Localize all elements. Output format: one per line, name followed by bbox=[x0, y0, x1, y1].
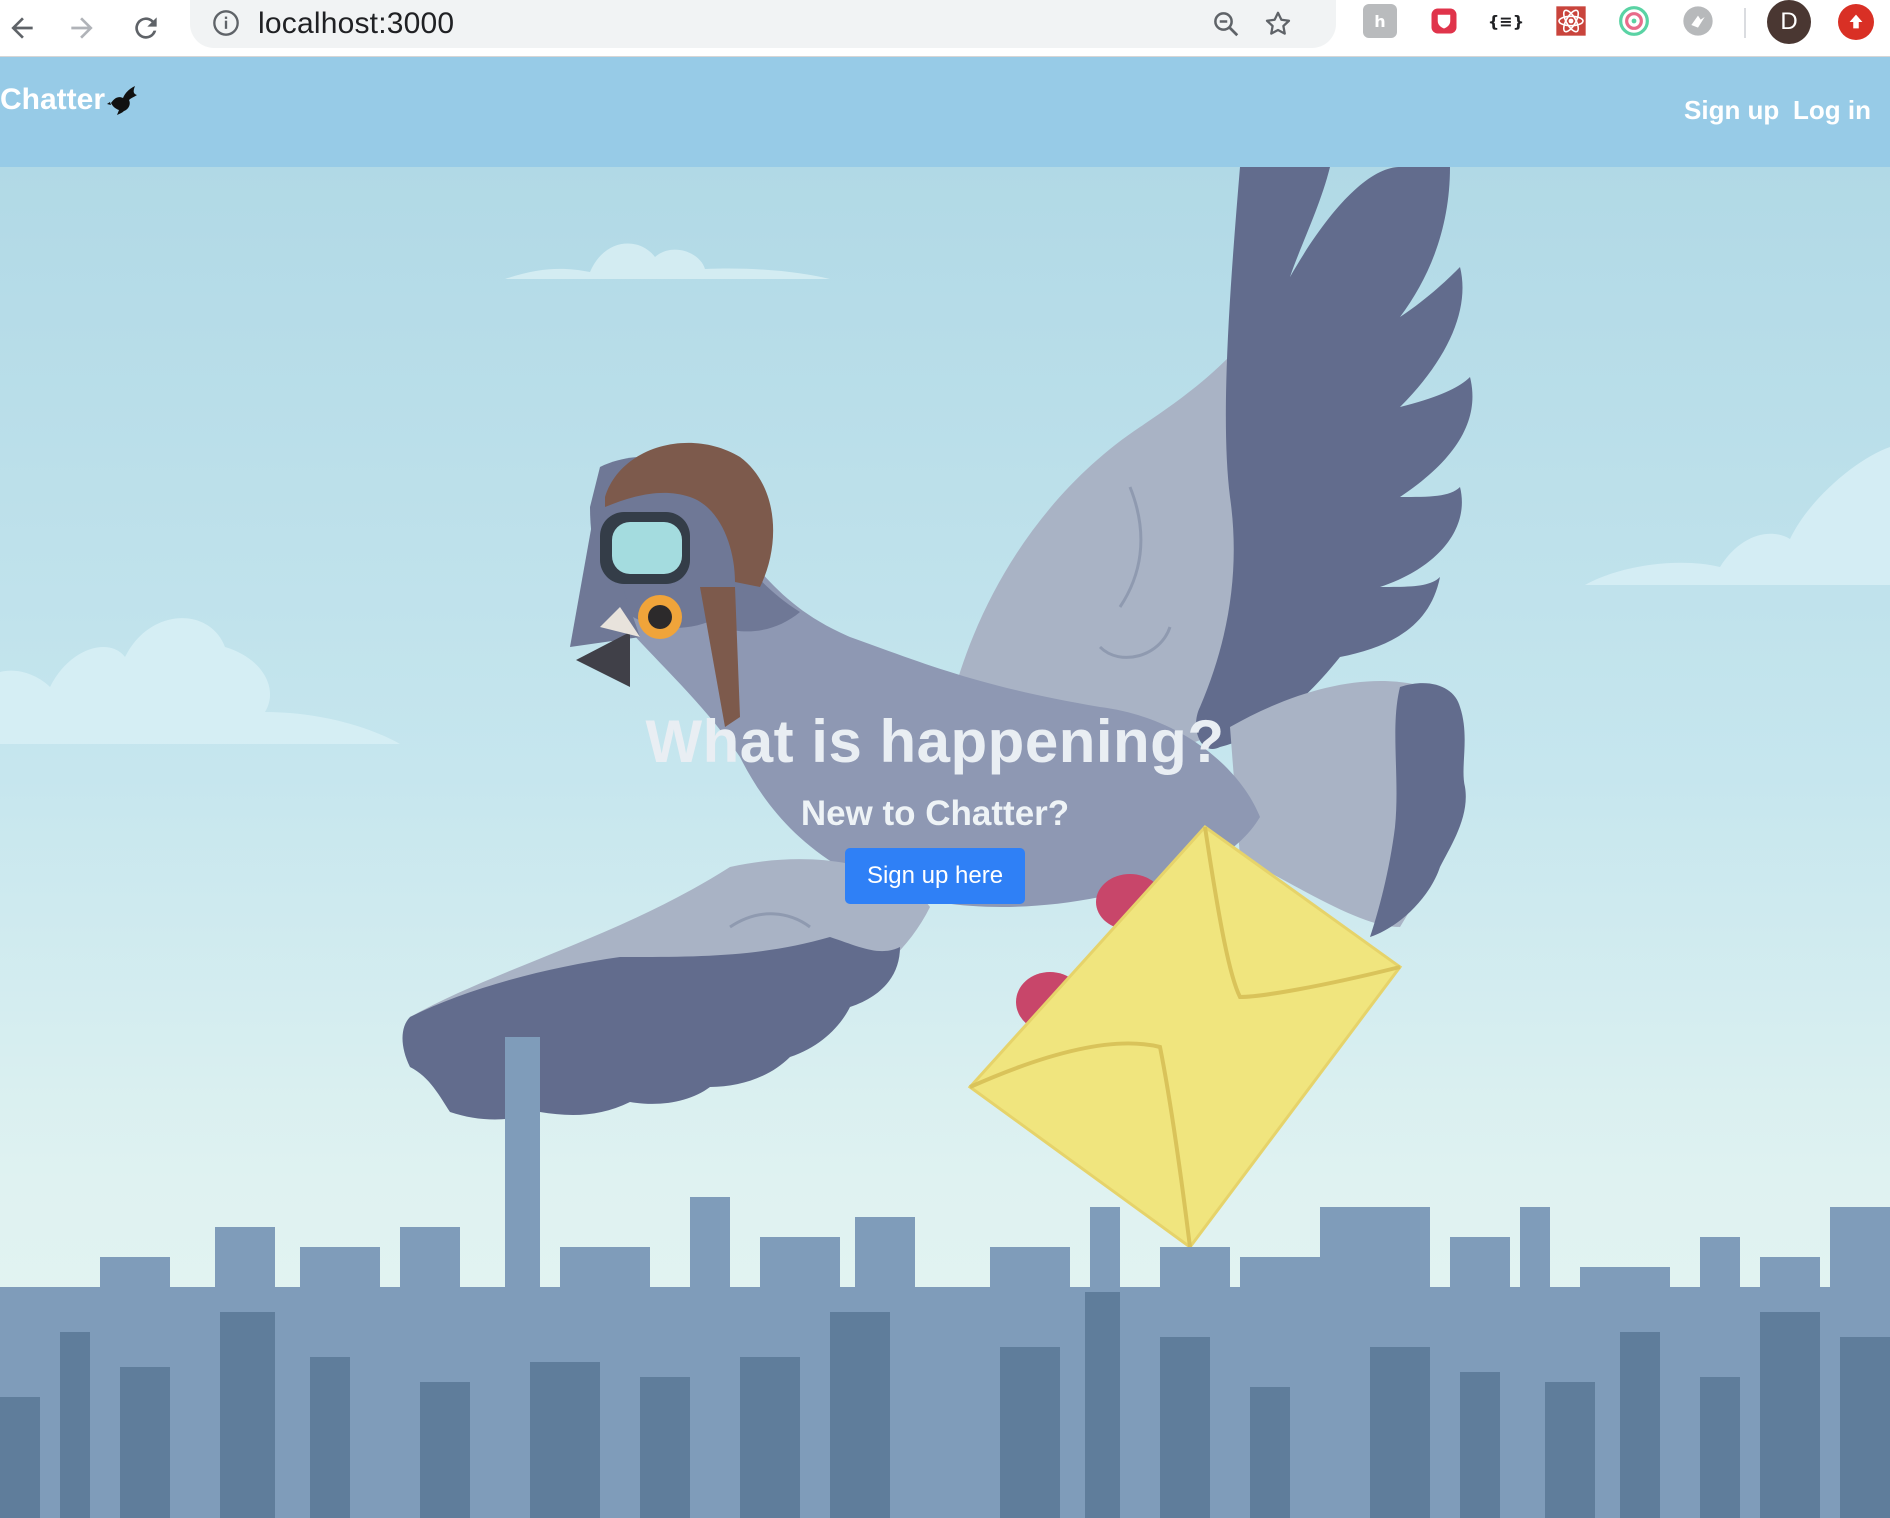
extension-target-icon[interactable] bbox=[1617, 4, 1651, 38]
signup-here-button[interactable]: Sign up here bbox=[844, 848, 1026, 904]
back-button[interactable] bbox=[0, 6, 44, 50]
url-text[interactable]: localhost:3000 bbox=[258, 7, 454, 41]
brand-logo[interactable]: Chatter bbox=[0, 83, 141, 117]
update-arrow-icon[interactable] bbox=[1838, 4, 1874, 40]
hero-subheadline: New to Chatter? bbox=[800, 794, 1070, 833]
toolbar-divider bbox=[1744, 8, 1746, 38]
nav-signup-link[interactable]: Sign up bbox=[1684, 95, 1779, 126]
hero-headline: What is happening? bbox=[645, 708, 1225, 775]
hero-section: What is happening? New to Chatter? Sign … bbox=[0, 167, 1890, 1518]
info-icon[interactable] bbox=[212, 9, 240, 37]
extension-react-icon[interactable] bbox=[1554, 4, 1588, 38]
reload-button[interactable] bbox=[124, 6, 168, 50]
address-bar[interactable]: localhost:3000 bbox=[190, 0, 1336, 48]
nav-login-link[interactable]: Log in bbox=[1793, 95, 1871, 126]
browser-toolbar: localhost:3000 h {≡} D bbox=[0, 0, 1890, 57]
cloud-shape bbox=[1585, 447, 1890, 585]
cloud-shape bbox=[505, 243, 830, 279]
forward-button[interactable] bbox=[60, 6, 104, 50]
profile-avatar[interactable]: D bbox=[1767, 0, 1811, 44]
site-navbar: Chatter Sign up Log in bbox=[0, 57, 1890, 167]
reload-icon bbox=[135, 17, 157, 39]
bird-icon bbox=[107, 86, 138, 115]
bookmark-star-icon[interactable] bbox=[1260, 6, 1296, 42]
back-arrow-icon bbox=[11, 17, 33, 39]
city-skyline bbox=[0, 1037, 1890, 1518]
extension-shield-icon[interactable] bbox=[1427, 4, 1461, 38]
zoom-out-icon[interactable] bbox=[1208, 6, 1244, 42]
forward-arrow-icon bbox=[71, 17, 93, 39]
extension-grey-circle-icon[interactable] bbox=[1681, 4, 1715, 38]
brand-name: Chatter bbox=[0, 83, 106, 116]
extension-json-icon[interactable]: {≡} bbox=[1488, 4, 1524, 38]
pigeon-upper-wing bbox=[950, 167, 1473, 759]
extension-h-icon[interactable]: h bbox=[1363, 4, 1397, 38]
hero-text-block: What is happening? New to Chatter? Sign … bbox=[0, 707, 1870, 904]
